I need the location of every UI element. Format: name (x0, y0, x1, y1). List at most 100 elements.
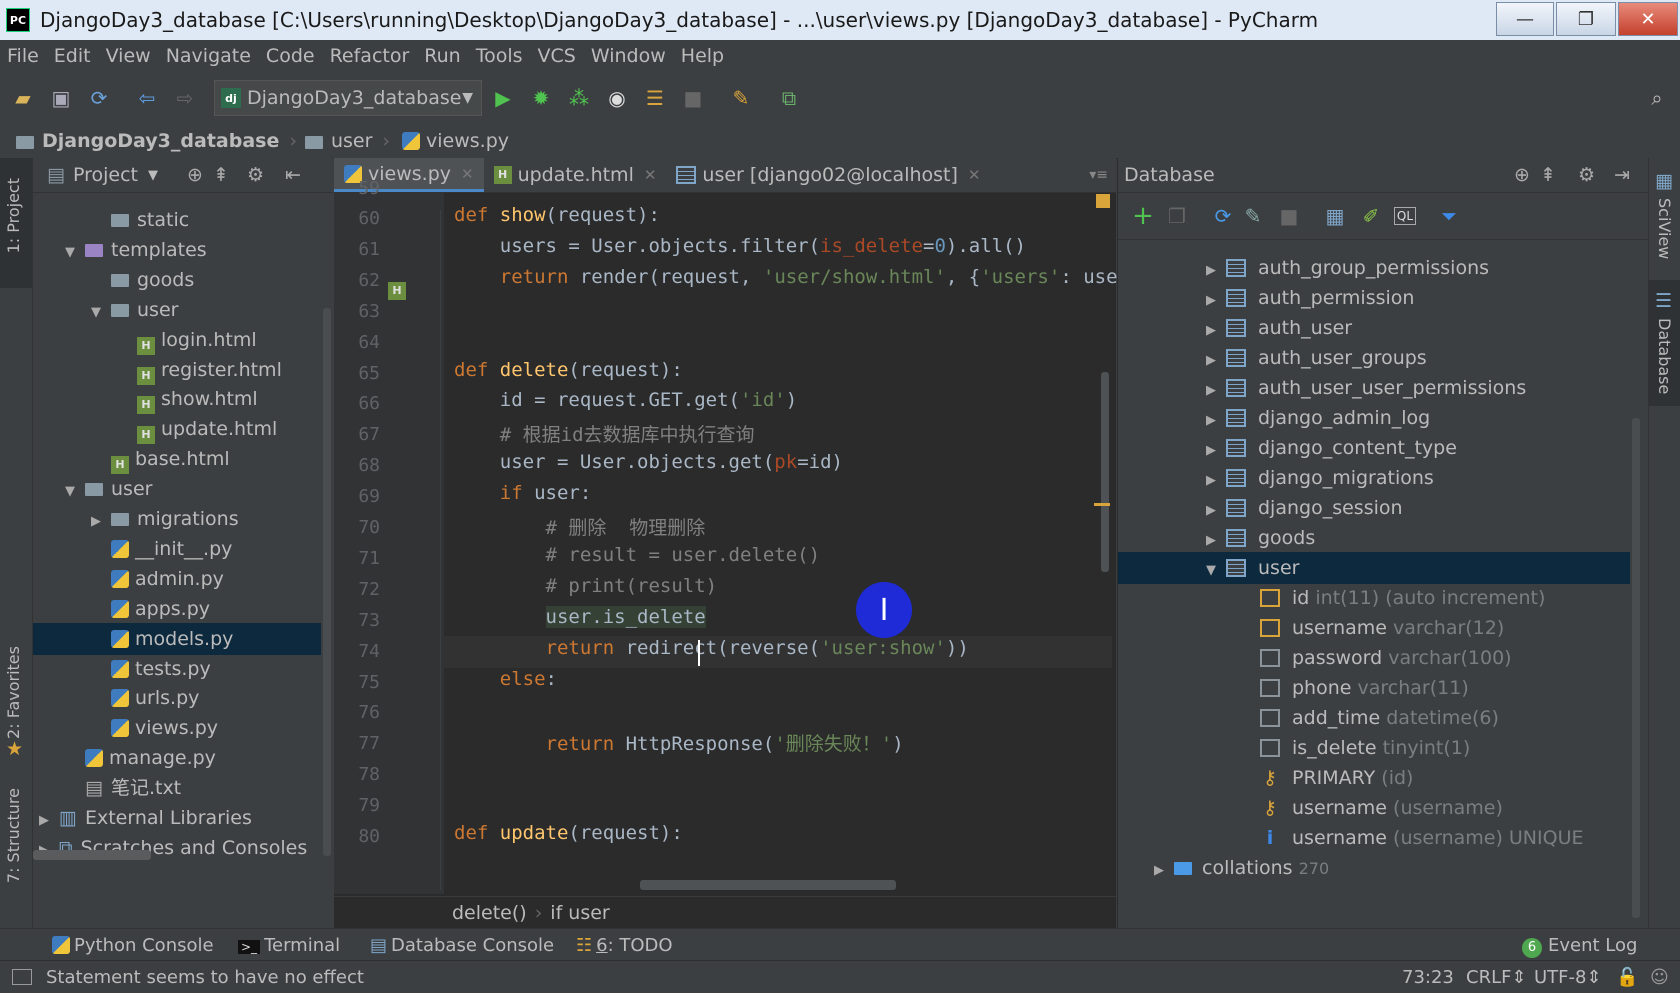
db-table-item[interactable]: ▶ auth_group_permissions (1206, 252, 1489, 284)
open-folder-icon[interactable]: ▰ (10, 86, 36, 110)
todo-tab[interactable]: ☷ 6: TODO (576, 935, 673, 956)
project-tree-item[interactable]: views.py (33, 712, 321, 744)
project-tree-item[interactable]: apps.py (33, 593, 321, 625)
concurrency-icon[interactable]: ☰ (642, 86, 668, 110)
gear-icon[interactable]: ⚙ (1578, 164, 1595, 186)
code-line[interactable]: # result = user.delete() (454, 544, 821, 566)
db-table-item[interactable]: ▶ auth_user (1206, 312, 1352, 344)
db-column-item[interactable]: username varchar(12) (1260, 612, 1504, 644)
settings-wrench-icon[interactable]: ✎ (728, 86, 754, 110)
code-line[interactable]: # 删除 物理删除 (454, 513, 706, 540)
code-line[interactable]: # 根据id去数据库中执行查询 (454, 420, 755, 447)
tab-list-icon[interactable]: ▾≡ (1089, 167, 1108, 183)
close-icon[interactable]: ✕ (968, 166, 981, 184)
code-line[interactable]: users = User.objects.filter(is_delete=0)… (454, 235, 1026, 257)
menu-code[interactable]: Code (266, 45, 315, 67)
filter-icon[interactable]: ⏷ (1436, 203, 1462, 229)
minimize-button[interactable]: — (1496, 2, 1554, 36)
save-icon[interactable]: ▣ (48, 86, 74, 110)
project-tool-tab[interactable]: 1: Project (4, 178, 23, 253)
collapsed-arrow-icon[interactable]: ▶ (1154, 855, 1168, 887)
crumb-function[interactable]: delete() (452, 902, 527, 924)
structure-project-icon[interactable]: ⧉ (776, 86, 802, 110)
code-line[interactable]: if user: (454, 482, 592, 504)
project-tree-item[interactable]: Hshow.html (33, 383, 321, 415)
db-table-item[interactable]: ▶ auth_permission (1206, 282, 1414, 314)
collapse-all-icon[interactable]: ⇞ (1540, 164, 1556, 186)
menu-navigate[interactable]: Navigate (166, 45, 251, 67)
db-column-item[interactable]: is_delete tinyint(1) (1260, 732, 1470, 764)
edit-source-icon[interactable]: ✐ (1358, 203, 1384, 229)
terminal-tab[interactable]: >_ Terminal (238, 935, 340, 956)
run-icon[interactable]: ▶ (490, 86, 516, 110)
editor-horizontal-scrollbar[interactable] (640, 880, 896, 890)
back-icon[interactable]: ⇦ (134, 86, 160, 110)
project-tree-item[interactable]: Hlogin.html (33, 324, 321, 356)
project-panel-title[interactable]: Project (73, 164, 138, 186)
breadcrumb-folder[interactable]: user (331, 130, 372, 152)
html-gutter-icon[interactable]: H (388, 274, 412, 300)
menu-file[interactable]: File (7, 45, 39, 67)
locate-icon[interactable]: ⊕ (1514, 164, 1530, 186)
run-configuration-select[interactable]: dj DjangoDay3_database ▼ (214, 80, 482, 116)
project-tree-item[interactable]: ▶ ▥ External Libraries (33, 802, 321, 834)
properties-icon[interactable]: ✎ (1240, 203, 1266, 229)
db-table-item[interactable]: ▶ django_migrations (1206, 462, 1434, 494)
menu-edit[interactable]: Edit (54, 45, 91, 67)
project-tree-item[interactable]: models.py (33, 622, 321, 655)
sql-console-icon[interactable]: QL (1394, 207, 1416, 225)
db-column-item[interactable]: password varchar(100) (1260, 642, 1512, 674)
code-line[interactable]: def show(request): (454, 204, 660, 226)
status-message[interactable]: Statement seems to have no effect (12, 967, 364, 988)
project-tree-item[interactable]: Hbase.html (33, 443, 321, 475)
toggle-tool-windows-icon[interactable] (12, 969, 32, 985)
db-collations-item[interactable]: ▶ collations 270 (1154, 852, 1329, 884)
close-icon[interactable]: ✕ (644, 166, 657, 184)
project-tree-item[interactable]: manage.py (33, 742, 321, 774)
menu-view[interactable]: View (106, 45, 151, 67)
code-line[interactable]: def update(request): (454, 822, 683, 844)
profile-icon[interactable]: ◉ (604, 86, 630, 110)
code-line[interactable]: else: (454, 668, 557, 690)
horizontal-scrollbar[interactable] (33, 850, 151, 860)
code-line[interactable]: id = request.GET.get('id') (454, 389, 797, 411)
gear-icon[interactable]: ⚙ (247, 164, 264, 186)
menu-refactor[interactable]: Refactor (330, 45, 410, 67)
close-icon[interactable]: ✕ (461, 165, 474, 183)
code-line[interactable]: user.is_delete (454, 605, 706, 628)
project-tree-item[interactable]: static (33, 204, 321, 236)
project-tree-item[interactable]: ▼ user (33, 473, 321, 505)
vertical-scrollbar[interactable] (323, 308, 331, 856)
db-column-item[interactable]: add_time datetime(6) (1260, 702, 1499, 734)
code-line[interactable]: def delete(request): (454, 359, 683, 381)
code-line[interactable]: return HttpResponse('删除失败！') (454, 729, 904, 756)
project-tree-item[interactable]: Hregister.html (33, 354, 321, 386)
forward-icon[interactable]: ⇨ (172, 86, 198, 110)
hide-panel-icon[interactable]: ⇥ (1614, 164, 1630, 186)
copy-icon[interactable]: ❐ (1164, 203, 1190, 229)
project-tree-item[interactable]: goods (33, 264, 321, 296)
collapse-all-icon[interactable]: ⇞ (213, 164, 229, 186)
python-console-tab[interactable]: Python Console (52, 935, 214, 956)
code-line[interactable]: return render(request, 'user/show.html',… (454, 266, 1141, 288)
project-tree-item[interactable]: ▼ user (33, 294, 321, 326)
stop-icon[interactable]: ■ (680, 86, 706, 110)
tab-user-table[interactable]: user [django02@localhost] ✕ (666, 158, 990, 192)
db-table-item[interactable]: ▶ django_session (1206, 492, 1403, 524)
debug-icon[interactable]: ✹ (528, 86, 554, 110)
structure-tool-tab[interactable]: 7: Structure (4, 788, 23, 883)
table-view-icon[interactable]: ▦ (1322, 203, 1348, 229)
db-column-item[interactable]: id int(11) (auto increment) (1260, 582, 1545, 614)
project-tree-item[interactable]: ▼ templates (33, 234, 321, 266)
lock-icon[interactable]: 🔓 (1616, 967, 1638, 988)
project-tree-item[interactable]: Hupdate.html (33, 413, 321, 445)
line-separator[interactable]: CRLF⇕ (1466, 967, 1527, 988)
menu-vcs[interactable]: VCS (538, 45, 576, 67)
search-icon[interactable]: ⌕ (1644, 86, 1670, 110)
editor-vertical-scrollbar[interactable] (1101, 372, 1109, 572)
close-button[interactable]: ✕ (1618, 2, 1678, 36)
warning-stripe[interactable] (1094, 503, 1110, 506)
database-console-tab[interactable]: ▤ Database Console (370, 935, 554, 956)
stop-icon[interactable]: ■ (1276, 203, 1302, 229)
database-tool-tab[interactable]: Database (1655, 318, 1674, 394)
